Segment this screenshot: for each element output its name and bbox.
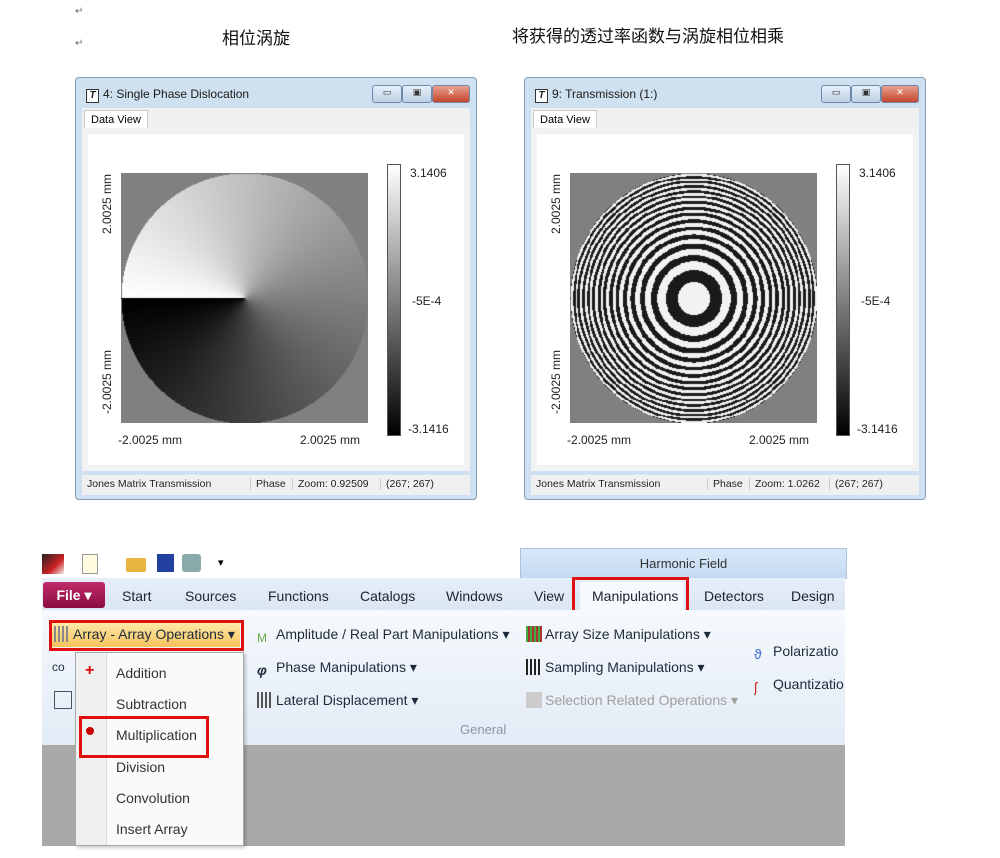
lateral-displacement-icon (257, 692, 273, 708)
caption-right: 将获得的透过率函数与涡旋相位相乘 (512, 27, 784, 47)
amplitude-icon: M (257, 631, 267, 645)
phase-vortex-plot[interactable] (121, 173, 368, 423)
colorbar-mid: -5E-4 (861, 294, 891, 308)
tab-data-view[interactable]: Data View (533, 110, 597, 129)
window-title: 4: Single Phase Dislocation (103, 87, 250, 101)
x-axis-right-label: 2.0025 mm (749, 433, 810, 447)
menu-item-division[interactable]: Division (116, 759, 165, 775)
colorbar-min: -3.1416 (857, 422, 898, 436)
x-axis-right-label: 2.0025 mm (300, 433, 361, 447)
phase-icon: φ (257, 662, 267, 678)
array-size-icon (526, 626, 542, 642)
status-type: Jones Matrix Transmission (536, 478, 661, 490)
amplitude-manipulations-button[interactable]: Amplitude / Real Part Manipulations ▾ (276, 626, 509, 642)
transmission-plot[interactable] (570, 173, 817, 423)
status-bar: Jones Matrix Transmission Phase Zoom: 0.… (82, 475, 470, 495)
status-zoom: Zoom: 1.0262 (749, 478, 820, 490)
paragraph-mark: ↵ (75, 38, 84, 49)
partial-icon (54, 691, 72, 709)
settings-icon[interactable] (182, 554, 201, 572)
minimize-button[interactable]: ▭ (821, 85, 851, 103)
highlight-multiplication (79, 716, 209, 758)
status-mode: Phase (707, 478, 743, 490)
maximize-button[interactable]: ▣ (402, 85, 432, 103)
open-folder-icon[interactable] (126, 558, 146, 572)
selection-icon (526, 692, 542, 708)
y-axis-top-label: 2.0025 mm (549, 173, 563, 234)
tab-catalogs[interactable]: Catalogs (360, 588, 415, 604)
menu-item-addition[interactable]: Addition (116, 665, 167, 681)
polarization-button[interactable]: Polarizatio (773, 643, 838, 659)
app-t-icon: T (86, 89, 99, 103)
minimize-button[interactable]: ▭ (372, 85, 402, 103)
y-axis-top-label: 2.0025 mm (100, 173, 114, 234)
app-logo-icon (42, 554, 64, 574)
app-t-icon: T (535, 89, 548, 103)
colorbar-mid: -5E-4 (412, 294, 442, 308)
quick-access-dropdown-icon[interactable]: ▾ (218, 556, 224, 569)
colorbar (387, 164, 401, 436)
file-button[interactable]: File ▾ (43, 582, 105, 608)
caption-left: 相位涡旋 (222, 29, 290, 49)
tab-data-view[interactable]: Data View (84, 110, 148, 129)
window-single-phase-dislocation: T 4: Single Phase Dislocation ▭ ▣ ✕ Data … (75, 77, 477, 500)
quantization-icon: ʃ (754, 679, 758, 695)
contextual-group-harmonic-field: Harmonic Field (520, 548, 847, 579)
partial-icon-coe: co (52, 660, 65, 674)
lateral-displacement-button[interactable]: Lateral Displacement ▾ (276, 692, 418, 708)
sampling-manipulations-button[interactable]: Sampling Manipulations ▾ (545, 659, 705, 675)
selection-related-operations-button: Selection Related Operations ▾ (545, 692, 739, 708)
status-mode: Phase (250, 478, 286, 490)
tab-windows[interactable]: Windows (446, 588, 503, 604)
phase-manipulations-button[interactable]: Phase Manipulations ▾ (276, 659, 417, 675)
highlight-manipulations (572, 577, 689, 614)
colorbar-max: 3.1406 (410, 166, 447, 180)
tab-detectors[interactable]: Detectors (704, 588, 764, 604)
x-axis-left-label: -2.0025 mm (567, 433, 632, 447)
menu-item-insert-array[interactable]: Insert Array (116, 821, 188, 837)
status-size: (267; 267) (380, 478, 434, 490)
paragraph-mark: ↵ (75, 6, 84, 17)
ribbon: ▾ Harmonic Field File ▾ Start Sources Fu… (42, 548, 847, 846)
colorbar-max: 3.1406 (859, 166, 896, 180)
tab-start[interactable]: Start (122, 588, 152, 604)
menu-item-convolution[interactable]: Convolution (116, 790, 190, 806)
quantization-button[interactable]: Quantizatio (773, 676, 844, 692)
save-icon[interactable] (157, 554, 174, 572)
new-file-icon[interactable] (82, 554, 98, 574)
colorbar-min: -3.1416 (408, 422, 449, 436)
status-zoom: Zoom: 0.92509 (292, 478, 369, 490)
tab-sources[interactable]: Sources (185, 588, 236, 604)
y-axis-bottom-label: -2.0025 mm (100, 349, 114, 414)
maximize-button[interactable]: ▣ (851, 85, 881, 103)
polarization-icon: ϑ (754, 646, 762, 662)
tab-functions[interactable]: Functions (268, 588, 329, 604)
status-bar: Jones Matrix Transmission Phase Zoom: 1.… (531, 475, 919, 495)
x-axis-left-label: -2.0025 mm (118, 433, 183, 447)
menu-item-subtraction[interactable]: Subtraction (116, 696, 187, 712)
status-type: Jones Matrix Transmission (87, 478, 212, 490)
tab-view[interactable]: View (534, 588, 564, 604)
sampling-icon (526, 659, 542, 675)
window-title: 9: Transmission (1:) (552, 87, 658, 101)
group-label-general: General (460, 722, 507, 737)
status-size: (267; 267) (829, 478, 883, 490)
close-button[interactable]: ✕ (881, 85, 919, 103)
window-transmission: T 9: Transmission (1:) ▭ ▣ ✕ Data View 2.… (524, 77, 926, 500)
close-button[interactable]: ✕ (432, 85, 470, 103)
highlight-array-operations (49, 620, 244, 651)
addition-icon: + (85, 662, 95, 679)
y-axis-bottom-label: -2.0025 mm (549, 349, 563, 414)
colorbar (836, 164, 850, 436)
array-size-manipulations-button[interactable]: Array Size Manipulations ▾ (545, 626, 711, 642)
tab-design[interactable]: Design (791, 588, 835, 604)
